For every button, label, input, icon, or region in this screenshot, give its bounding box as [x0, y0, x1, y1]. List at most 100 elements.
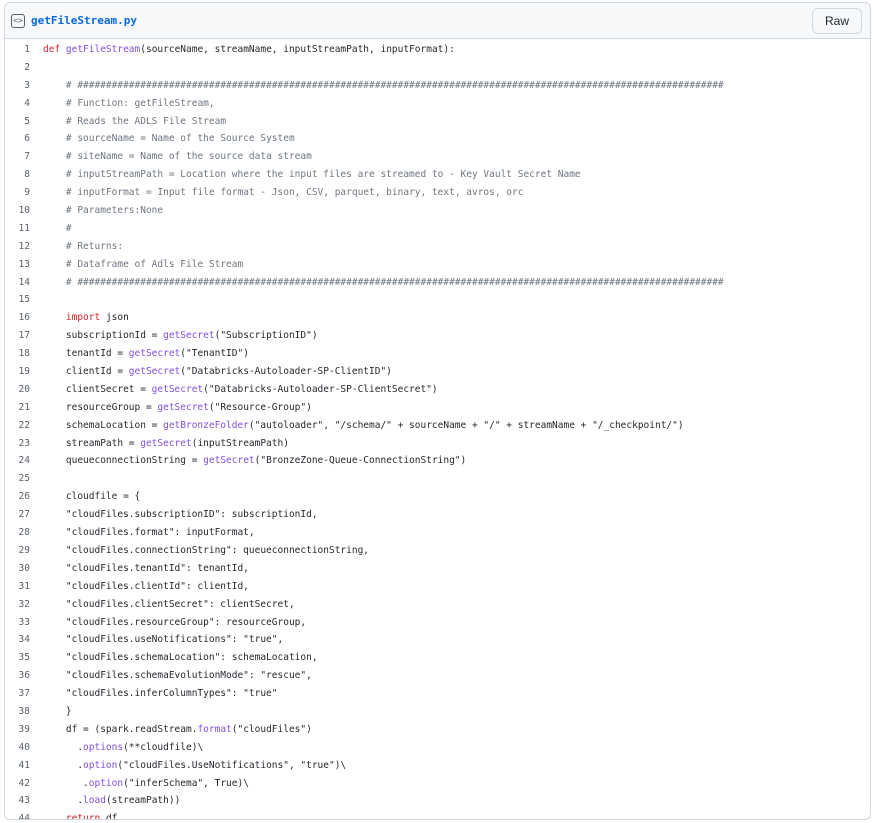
line-number[interactable]: 11 — [5, 220, 43, 238]
line-number[interactable]: 4 — [5, 95, 43, 113]
line-number[interactable]: 39 — [5, 721, 43, 739]
code-line: 32 "cloudFiles.clientSecret": clientSecr… — [5, 596, 870, 614]
code-text: "cloudFiles.connectionString": queueconn… — [43, 542, 369, 560]
line-number[interactable]: 24 — [5, 452, 43, 470]
line-number[interactable]: 31 — [5, 578, 43, 596]
code-text: streamPath = getSecret(inputStreamPath) — [43, 435, 289, 453]
code-token: return — [65, 813, 101, 820]
code-token: } — [43, 705, 72, 717]
line-number[interactable]: 32 — [5, 596, 43, 614]
line-number[interactable]: 29 — [5, 542, 43, 560]
code-token: "cloudFiles.useNotifications": "true", — [43, 634, 284, 646]
line-number[interactable]: 12 — [5, 238, 43, 256]
line-number[interactable]: 16 — [5, 309, 43, 327]
line-number[interactable]: 23 — [5, 435, 43, 453]
code-token: ("cloudFiles") — [231, 723, 312, 735]
line-number[interactable]: 35 — [5, 649, 43, 667]
code-token: "cloudFiles.resourceGroup": resourceGrou… — [43, 616, 307, 628]
code-line: 41 .option("cloudFiles.UseNotifications"… — [5, 757, 870, 775]
line-number[interactable]: 30 — [5, 560, 43, 578]
line-number[interactable]: 25 — [5, 470, 43, 488]
code-line: 26 cloudfile = { — [5, 488, 870, 506]
line-number[interactable]: 17 — [5, 327, 43, 345]
code-token: "cloudFiles.connectionString": queueconn… — [43, 544, 370, 556]
line-number[interactable]: 26 — [5, 488, 43, 506]
code-token: ("Databricks-Autoloader-SP-ClientID") — [180, 366, 392, 378]
code-text: # Parameters:None — [43, 202, 163, 220]
code-token: ("cloudFiles.UseNotifications", "true")\ — [117, 759, 347, 771]
code-text: .option("cloudFiles.UseNotifications", "… — [43, 757, 346, 775]
line-number[interactable]: 40 — [5, 739, 43, 757]
line-number[interactable]: 37 — [5, 685, 43, 703]
line-number[interactable]: 20 — [5, 381, 43, 399]
line-number[interactable]: 10 — [5, 202, 43, 220]
code-text: .option("inferSchema", True)\ — [43, 775, 249, 793]
line-number[interactable]: 21 — [5, 399, 43, 417]
line-number[interactable]: 3 — [5, 77, 43, 95]
code-line: 5 # Reads the ADLS File Stream — [5, 113, 870, 131]
code-line: 31 "cloudFiles.clientId": clientId, — [5, 578, 870, 596]
line-number[interactable]: 44 — [5, 810, 43, 819]
line-number[interactable]: 5 — [5, 113, 43, 131]
code-token: "cloudFiles.format": inputFormat, — [43, 527, 255, 539]
code-line: 4 # Function: getFileStream, — [5, 95, 870, 113]
code-text: } — [43, 703, 72, 721]
code-token: streamPath = — [43, 437, 141, 449]
code-text: resourceGroup = getSecret("Resource-Grou… — [43, 399, 312, 417]
code-token: getSecret — [140, 437, 192, 449]
code-line: 30 "cloudFiles.tenantId": tenantId, — [5, 560, 870, 578]
raw-button[interactable]: Raw — [811, 7, 862, 34]
code-line: 16 import json — [5, 309, 870, 327]
line-number[interactable]: 18 — [5, 345, 43, 363]
code-text: import json — [43, 309, 129, 327]
code-line: 18 tenantId = getSecret("TenantID") — [5, 345, 870, 363]
code-token: "cloudFiles.schemaEvolutionMode": "rescu… — [43, 670, 312, 682]
code-line: 7 # siteName = Name of the source data s… — [5, 148, 870, 166]
line-number[interactable]: 1 — [5, 41, 43, 59]
line-number[interactable]: 2 — [5, 59, 43, 77]
code-token: schemaLocation = — [43, 419, 164, 431]
code-token: ("autoloader", "/schema/" + sourceName +… — [248, 419, 684, 431]
code-token: tenantId = — [43, 348, 129, 360]
line-number[interactable]: 28 — [5, 524, 43, 542]
line-number[interactable]: 22 — [5, 417, 43, 435]
code-token: getSecret — [163, 330, 215, 342]
line-number[interactable]: 19 — [5, 363, 43, 381]
code-token: # Parameters:None — [65, 205, 164, 217]
code-text: # — [43, 220, 72, 238]
code-token: ("inferSchema", True)\ — [123, 777, 249, 789]
line-number[interactable]: 27 — [5, 506, 43, 524]
line-number[interactable]: 36 — [5, 667, 43, 685]
line-number[interactable]: 8 — [5, 166, 43, 184]
code-line: 12 # Returns: — [5, 238, 870, 256]
line-number[interactable]: 34 — [5, 631, 43, 649]
code-text: "cloudFiles.format": inputFormat, — [43, 524, 255, 542]
code-text: # sourceName = Name of the Source System — [43, 130, 295, 148]
code-token: getFileStream — [65, 44, 141, 55]
code-token: # ######################################… — [65, 276, 724, 288]
line-number[interactable]: 14 — [5, 274, 43, 292]
code-token: getSecret — [203, 455, 255, 467]
line-number[interactable]: 42 — [5, 775, 43, 793]
code-text: return df — [43, 810, 118, 820]
code-token: . — [43, 777, 89, 789]
code-text: # Returns: — [43, 238, 123, 256]
code-token: # sourceName = Name of the Source System — [65, 133, 295, 145]
file-name-link[interactable]: getFileStream.py — [31, 14, 137, 27]
line-number[interactable]: 13 — [5, 256, 43, 274]
line-number[interactable]: 9 — [5, 184, 43, 202]
line-number[interactable]: 41 — [5, 757, 43, 775]
line-number[interactable]: 43 — [5, 792, 43, 810]
code-line: 23 streamPath = getSecret(inputStreamPat… — [5, 435, 870, 453]
line-number[interactable]: 7 — [5, 148, 43, 166]
line-number[interactable]: 6 — [5, 130, 43, 148]
line-number[interactable]: 38 — [5, 703, 43, 721]
code-line: 3 # ####################################… — [5, 77, 870, 95]
line-number[interactable]: 15 — [5, 291, 43, 309]
line-number[interactable]: 33 — [5, 614, 43, 632]
code-file-icon: <> — [11, 13, 25, 28]
code-token: ("BronzeZone-Queue-ConnectionString") — [254, 455, 467, 467]
code-token: "cloudFiles.schemaLocation": schemaLocat… — [43, 652, 318, 664]
